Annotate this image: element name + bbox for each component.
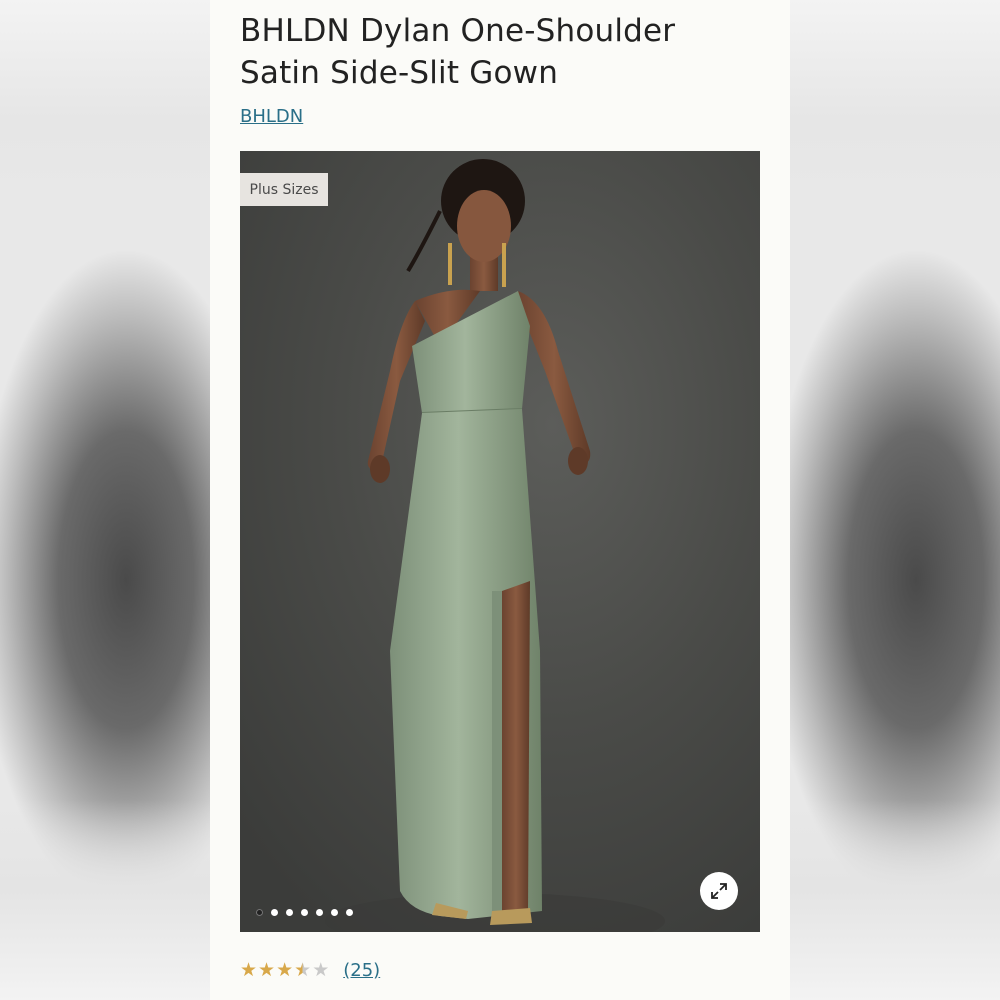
brand-link[interactable]: BHLDN — [240, 106, 303, 127]
product-photo — [325, 159, 665, 932]
blurred-backdrop-right — [790, 0, 1000, 1000]
gallery-dot[interactable] — [256, 909, 263, 916]
rating-stars: ★ ★ ★ ★ ★ — [240, 959, 330, 981]
gallery-dot[interactable] — [316, 909, 323, 916]
gallery-dot[interactable] — [346, 909, 353, 916]
blurred-backdrop-left — [0, 0, 210, 1000]
gallery-dot[interactable] — [286, 909, 293, 916]
expand-arrows-icon — [711, 883, 727, 899]
star-icon: ★ — [276, 959, 294, 981]
product-title: BHLDN Dylan One-Shoulder Satin Side-Slit… — [240, 13, 676, 91]
review-count-link[interactable]: (25) — [343, 960, 380, 981]
half-star-icon: ★ — [294, 959, 312, 981]
gallery-dot[interactable] — [331, 909, 338, 916]
empty-star-icon: ★ — [312, 959, 330, 981]
product-rating: ★ ★ ★ ★ ★ (25) — [240, 960, 380, 981]
star-icon: ★ — [240, 959, 258, 981]
gallery-dot[interactable] — [271, 909, 278, 916]
plus-sizes-badge: Plus Sizes — [240, 173, 328, 206]
gallery-dot[interactable] — [301, 909, 308, 916]
expand-image-button[interactable] — [700, 872, 738, 910]
product-image-gallery[interactable]: Plus Sizes — [240, 151, 760, 932]
gallery-pagination — [256, 909, 353, 916]
product-page: BHLDN Dylan One-Shoulder Satin Side-Slit… — [210, 0, 790, 1000]
star-icon: ★ — [258, 959, 276, 981]
